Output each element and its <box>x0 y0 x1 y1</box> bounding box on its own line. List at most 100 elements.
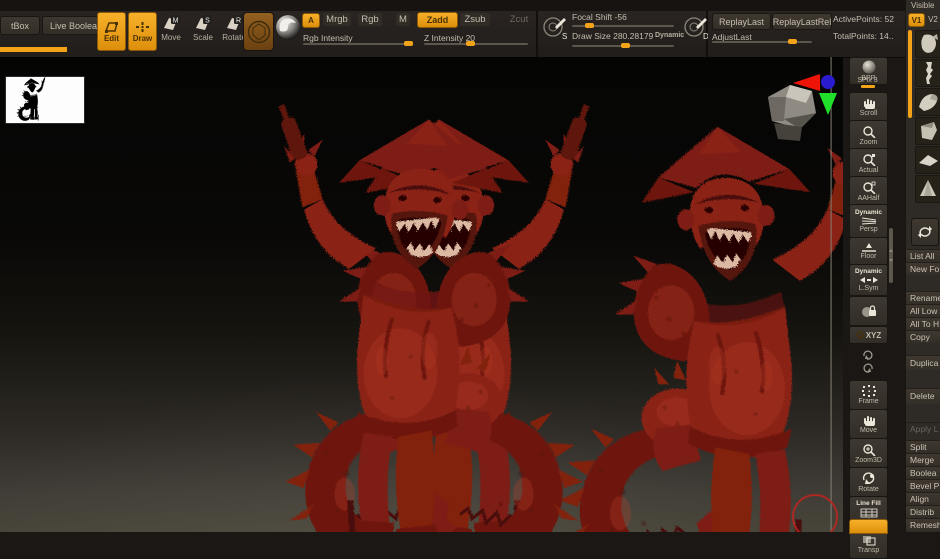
edit-mode-button[interactable]: Edit <box>97 12 126 51</box>
subtool-panel: Visible V1 V2 List All New Fo Rename All… <box>905 0 940 532</box>
scroll-button[interactable]: Scroll <box>849 92 888 122</box>
action-boolean[interactable]: Boolea <box>906 466 940 479</box>
svg-text:S: S <box>562 32 567 41</box>
subtool-thumbnail[interactable] <box>915 146 940 174</box>
action-remesh[interactable]: Remesh <box>906 518 940 531</box>
zadd-button[interactable]: Zadd <box>417 12 458 28</box>
actual-button[interactable]: Actual <box>849 148 888 178</box>
replay-last-button[interactable]: ReplayLast <box>712 13 771 30</box>
subtool-thumbnail[interactable] <box>915 117 940 145</box>
floor-button[interactable]: Floor <box>849 237 888 265</box>
alpha-preview-thumbnail[interactable] <box>5 76 85 124</box>
rotate-icon: R <box>224 14 244 32</box>
rgb-button[interactable]: Rgb <box>358 13 382 26</box>
svg-text:R: R <box>236 18 241 25</box>
local-transform-button[interactable] <box>849 296 888 326</box>
scale-gyro-button[interactable]: S Scale <box>190 14 216 42</box>
top-toolbar: tBox Live Boolean Edit Draw M Move S Sca… <box>0 0 905 58</box>
stroke-d-icon[interactable]: D <box>682 15 708 41</box>
action-align[interactable]: Align <box>906 492 940 505</box>
replay-last-rel-button[interactable]: ReplayLastRel <box>772 13 832 30</box>
hand-icon <box>863 416 875 426</box>
draw-mode-button[interactable]: Draw <box>128 12 157 51</box>
subtool-thumbnail[interactable] <box>915 30 940 58</box>
action-copy[interactable]: Copy <box>906 330 940 343</box>
zoom3d-button[interactable]: Zoom3D <box>849 438 888 468</box>
camera-head-gizmo[interactable] <box>768 85 816 141</box>
scrollbar-arrows-icon <box>889 249 893 262</box>
spix-slider-handle[interactable] <box>860 85 875 88</box>
cycle-subtool-button[interactable] <box>911 218 939 246</box>
action-distribute[interactable]: Distrib <box>906 505 940 518</box>
subtool-thumbnail[interactable] <box>915 175 940 203</box>
lock-icon <box>861 305 876 317</box>
rotate-axis-icon <box>855 331 864 339</box>
action-list-all[interactable]: List All <box>906 249 940 262</box>
spix-slider[interactable]: SPix 3 <box>849 74 886 91</box>
action-new-folder[interactable]: New Fo <box>906 262 940 275</box>
persp-button[interactable]: Dynamic Persp <box>849 204 888 238</box>
action-all-low[interactable]: All Low <box>906 304 940 317</box>
draw-size-handle[interactable] <box>621 43 630 48</box>
tab-v2[interactable]: V2 <box>926 13 940 25</box>
axis-z-dot-icon <box>821 75 835 89</box>
action-apply-last[interactable]: Apply L <box>906 422 940 435</box>
zoom-button[interactable]: Zoom <box>849 120 888 150</box>
canvas-right-border <box>830 57 832 532</box>
action-rename[interactable]: Rename <box>906 291 940 304</box>
action-bevel-pro[interactable]: Bevel P <box>906 479 940 492</box>
lsym-button[interactable]: Dynamic L.Sym <box>849 264 888 296</box>
svg-text:D: D <box>703 32 708 41</box>
lightbox-button[interactable]: tBox <box>0 16 40 35</box>
move-canvas-button[interactable]: Move <box>849 409 888 439</box>
action-all-to-high[interactable]: All To H <box>906 317 940 330</box>
m-button[interactable]: M <box>396 13 410 26</box>
frame-button[interactable]: Frame <box>849 380 888 410</box>
adjust-last-slider[interactable] <box>712 39 812 44</box>
action-split[interactable]: Split <box>906 440 940 453</box>
rotate-canvas-button[interactable]: Rotate <box>849 467 888 497</box>
zcut-button[interactable]: Zcut <box>505 13 533 26</box>
shelf-scrollbar-thumb[interactable] <box>889 228 893 283</box>
svg-text:M: M <box>173 18 179 25</box>
action-duplicate[interactable]: Duplica <box>906 355 940 370</box>
z-intensity-slider[interactable] <box>424 41 528 46</box>
action-merge[interactable]: Merge <box>906 453 940 466</box>
move-icon: M <box>161 14 181 32</box>
dynamic-label[interactable]: Dynamic <box>655 32 684 39</box>
active-subtool-indicator <box>908 30 912 118</box>
current-material-button[interactable] <box>276 15 300 39</box>
subtool-thumbnail[interactable] <box>915 88 940 116</box>
adjust-last-handle[interactable] <box>788 39 797 44</box>
rotation-mode-icons[interactable] <box>849 343 886 379</box>
action-delete[interactable]: Delete <box>906 388 940 404</box>
edit-icon <box>104 21 119 33</box>
subtool-thumbnail[interactable] <box>915 59 940 87</box>
rgb-intensity-handle[interactable] <box>404 41 413 46</box>
channel-a-button[interactable]: A <box>302 13 320 28</box>
move-gyro-button[interactable]: M Move <box>158 14 184 42</box>
bpr-sphere-icon <box>862 60 875 74</box>
tab-v1[interactable]: V1 <box>908 13 925 27</box>
total-points-counter: TotalPoints: 14.. <box>833 31 894 41</box>
rgb-intensity-slider[interactable] <box>303 41 413 46</box>
stroke-s-icon[interactable]: S <box>541 15 567 41</box>
z-intensity-handle[interactable] <box>466 41 475 46</box>
lightbox-progress-bar[interactable] <box>0 47 67 52</box>
current-brush-button[interactable] <box>243 12 274 51</box>
wireframe-grid-icon <box>860 508 877 518</box>
axis-y-arrow-icon <box>819 93 837 115</box>
aahalf-button[interactable]: AAHalf <box>849 176 888 206</box>
mrgb-button[interactable]: Mrgb <box>323 13 351 26</box>
draw-size-slider[interactable] <box>572 43 674 48</box>
spin-right-icon <box>863 363 873 373</box>
local-symmetry-icon <box>859 277 878 283</box>
sculpt-creature-middle <box>559 109 843 532</box>
document-canvas[interactable] <box>0 57 843 532</box>
focal-shift-slider[interactable] <box>572 23 674 28</box>
xyz-button[interactable]: XYZ <box>849 326 888 344</box>
magnifier-icon <box>862 153 876 166</box>
scale-icon: S <box>193 14 213 32</box>
focal-shift-handle[interactable] <box>585 23 594 28</box>
zsub-button[interactable]: Zsub <box>460 13 490 26</box>
